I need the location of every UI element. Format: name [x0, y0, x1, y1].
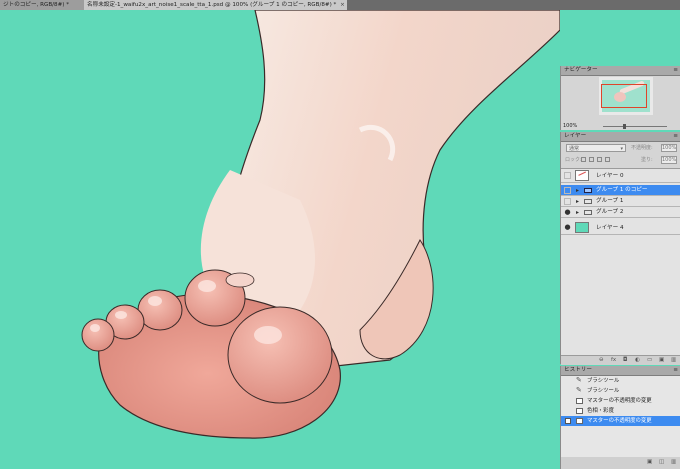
history-item-selected[interactable]: マスターの不透明度の変更 [561, 416, 680, 426]
panel-menu-icon[interactable]: ≡ [673, 132, 678, 141]
eye-icon[interactable]: ● [564, 209, 571, 216]
visibility-toggle[interactable] [564, 172, 571, 179]
history-item[interactable]: ✎ ブラシツール [561, 386, 680, 396]
lock-all-icon[interactable] [605, 157, 610, 162]
history-item-label: マスターの不透明度の変更 [587, 418, 652, 424]
panel-menu-icon[interactable]: ≡ [673, 66, 678, 75]
tab-label: ジトのコピー, RGB/8#) * [3, 2, 70, 8]
visibility-toggle[interactable] [564, 198, 571, 205]
layer-name: レイヤー 4 [596, 225, 624, 231]
history-list: ✎ ブラシツール ✎ ブラシツール マスターの不透明度の変更 色相・彩度 マスタ… [561, 376, 680, 457]
opacity-label: 不透明度: [631, 145, 653, 151]
fx-icon[interactable]: fx [611, 357, 616, 364]
layer-thumbnail [575, 170, 589, 181]
visibility-toggle[interactable] [564, 187, 571, 194]
document-icon [576, 398, 583, 404]
layers-footer: ⊖ fx ◘ ◐ ▭ ▣ ▥ [561, 355, 680, 365]
navigator-view-box[interactable] [601, 84, 647, 108]
lock-transparency-icon[interactable] [581, 157, 586, 162]
chevron-down-icon: ▾ [620, 146, 623, 152]
history-item[interactable]: 色相・彩度 [561, 406, 680, 416]
history-item-label: ブラシツール [587, 388, 620, 394]
layer-row[interactable]: ▸ グループ 1 [561, 196, 680, 207]
lock-icons [581, 157, 621, 163]
folder-icon [584, 188, 592, 193]
tab-label: 名称未設定-1_waifu2x_art_noise1_scale_tta_1.p… [87, 2, 337, 8]
lock-position-icon[interactable] [597, 157, 602, 162]
foot-illustration [81, 10, 560, 439]
folder-icon[interactable]: ▭ [647, 357, 652, 364]
fill-field[interactable]: 100% [661, 156, 677, 164]
lock-label: ロック: [565, 157, 582, 163]
mask-icon[interactable]: ◘ [623, 357, 627, 364]
layer-row[interactable]: ● レイヤー 4 [561, 221, 680, 235]
zoom-percent[interactable]: 100% [563, 123, 577, 130]
zoom-slider[interactable] [603, 124, 667, 129]
history-item-label: ブラシツール [587, 378, 620, 384]
layer-row-selected[interactable]: ▸ グループ 1 のコピー [561, 185, 680, 196]
layer-thumbnail [575, 222, 589, 233]
adjustment-icon[interactable]: ◐ [635, 357, 640, 364]
brush-icon: ✎ [576, 376, 582, 384]
close-tab-icon[interactable]: × [340, 2, 345, 8]
layer-list: レイヤー 0 ▸ グループ 1 のコピー ▸ グループ 1 ● ▸ グループ 2… [561, 168, 680, 359]
history-brush-source-icon[interactable] [565, 418, 571, 424]
layer-name: グループ 1 [596, 198, 624, 204]
fill-label: 塗り: [641, 157, 653, 163]
layers-title-bar[interactable]: レイヤー ≡ [561, 132, 680, 142]
history-item-label: マスターの不透明度の変更 [587, 398, 652, 404]
opacity-field[interactable]: 100% [661, 144, 677, 152]
expand-arrow-icon[interactable]: ▸ [576, 196, 579, 207]
layer-name: グループ 2 [596, 209, 624, 215]
folder-icon [584, 210, 592, 215]
navigator-title-bar[interactable]: ナビゲーター ≡ [561, 66, 680, 76]
folder-icon [584, 199, 592, 204]
snapshot-icon[interactable]: ◫ [659, 459, 664, 465]
layers-panel: レイヤー ≡ 通常 ▾ 不透明度: 100% ロック: 塗り: 100% レイヤ… [560, 132, 680, 365]
document-canvas[interactable] [0, 10, 560, 469]
zoom-slider-knob[interactable] [623, 124, 626, 129]
link-icon[interactable]: ⊖ [599, 357, 604, 364]
expand-arrow-icon[interactable]: ▸ [576, 207, 579, 218]
layers-title: レイヤー [564, 133, 587, 139]
history-item[interactable]: マスターの不透明度の変更 [561, 396, 680, 406]
blend-mode-select[interactable]: 通常 ▾ [566, 144, 626, 152]
tab-previous-document[interactable]: ジトのコピー, RGB/8#) * [0, 0, 86, 10]
document-tab-bar: ジトのコピー, RGB/8#) * 名称未設定-1_waifu2x_art_no… [0, 0, 680, 10]
document-icon [576, 408, 583, 414]
history-item-label: 色相・彩度 [587, 408, 614, 414]
expand-arrow-icon[interactable]: ▸ [576, 185, 579, 196]
layer-row[interactable]: レイヤー 0 [561, 169, 680, 183]
eye-icon[interactable]: ● [564, 224, 571, 231]
brush-icon: ✎ [576, 386, 582, 394]
new-layer-icon[interactable]: ▣ [659, 357, 664, 364]
history-footer: ▣ ◫ ▥ [561, 457, 680, 469]
navigator-zoom-bar: 100% [563, 123, 679, 130]
trash-icon[interactable]: ▥ [671, 459, 676, 465]
layer-name: グループ 1 のコピー [596, 187, 648, 193]
history-item[interactable]: ✎ ブラシツール [561, 376, 680, 386]
history-title-bar[interactable]: ヒストリー ≡ [561, 366, 680, 376]
layer-name: レイヤー 0 [596, 173, 624, 179]
panel-menu-icon[interactable]: ≡ [673, 366, 678, 375]
new-document-icon[interactable]: ▣ [647, 459, 652, 465]
trash-icon[interactable]: ▥ [671, 357, 676, 364]
navigator-thumbnail[interactable] [599, 77, 653, 115]
navigator-title: ナビゲーター [564, 67, 598, 73]
history-panel: ヒストリー ≡ ✎ ブラシツール ✎ ブラシツール マスターの不透明度の変更 色… [560, 366, 680, 469]
layer-row[interactable]: ● ▸ グループ 2 [561, 207, 680, 218]
blend-mode-value: 通常 [569, 146, 580, 152]
document-icon [576, 418, 583, 424]
tab-current-document[interactable]: 名称未設定-1_waifu2x_art_noise1_scale_tta_1.p… [84, 0, 347, 10]
lock-pixels-icon[interactable] [589, 157, 594, 162]
history-title: ヒストリー [564, 367, 592, 373]
navigator-panel: ナビゲーター ≡ 100% [560, 66, 680, 130]
